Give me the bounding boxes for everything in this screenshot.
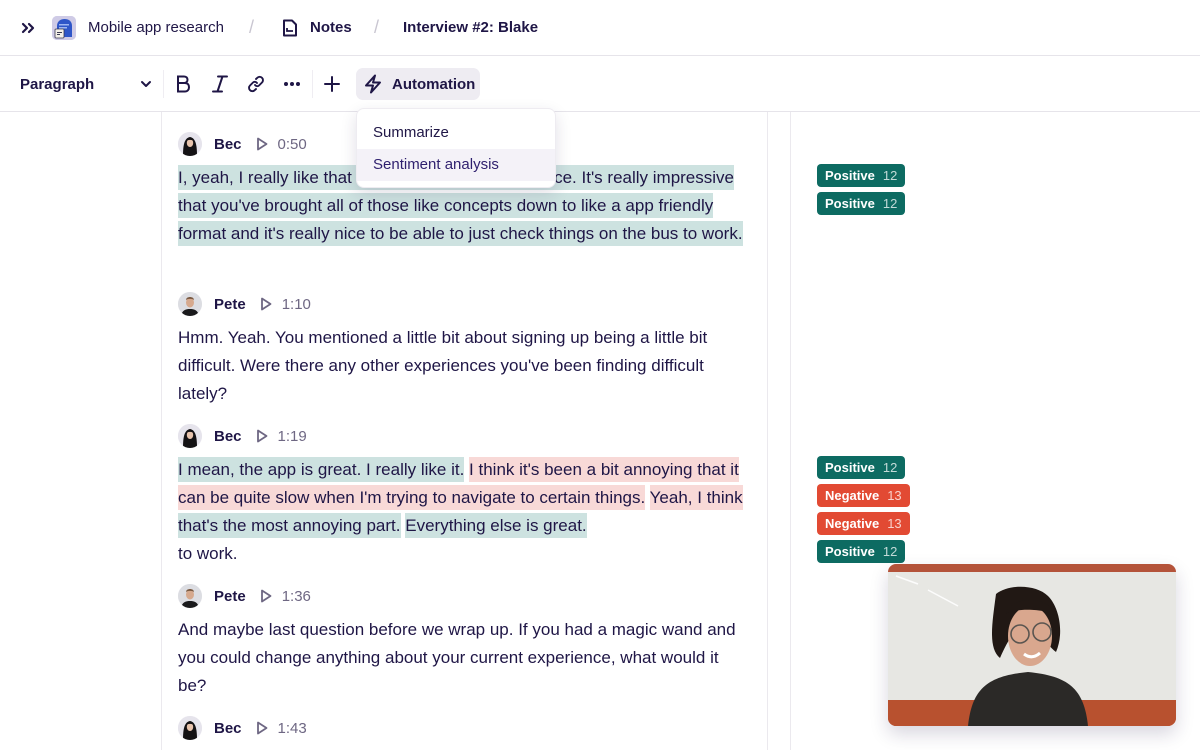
speaker-row: Pete 1:36 (178, 584, 311, 608)
tag-count: 12 (882, 544, 898, 559)
automation-button[interactable]: Automation (356, 68, 480, 100)
tag-count: 13 (887, 488, 902, 503)
positive-highlight[interactable]: that's the most annoying part. (178, 513, 401, 538)
video-frame (888, 564, 1176, 726)
italic-button[interactable] (206, 70, 234, 98)
tag-label: Positive (825, 168, 875, 183)
menu-item-summarize[interactable]: Summarize (357, 117, 555, 149)
automation-menu: Summarize Sentiment analysis (356, 108, 556, 188)
sentiment-tag[interactable]: Negative 13 (817, 512, 910, 535)
avatar-bec (178, 424, 202, 448)
tag-count: 12 (882, 196, 898, 211)
play-icon[interactable] (260, 297, 274, 311)
sentiment-tag[interactable]: Positive 12 (817, 540, 906, 563)
breadcrumb-separator: / (374, 17, 380, 37)
insert-button[interactable] (318, 70, 346, 98)
timestamp[interactable]: 1:10 (282, 296, 311, 313)
more-icon (284, 82, 300, 86)
positive-highlight[interactable]: Everything else is great. (405, 513, 587, 538)
play-icon[interactable] (256, 721, 270, 735)
sentiment-tag[interactable]: Positive 12 (817, 456, 906, 479)
breadcrumb-current-page: Interview #2: Blake (403, 19, 539, 36)
transcript-paragraph: And maybe last question before we wrap u… (178, 616, 748, 700)
sentiment-tag[interactable]: Positive 12 (817, 192, 906, 215)
link-button[interactable] (242, 70, 270, 98)
transcript-text: Hmm. Yeah. You mentioned a little bit ab… (178, 328, 708, 403)
positive-highlight[interactable]: I mean, the app is great. I really like … (178, 457, 465, 482)
avatar-pete (178, 584, 202, 608)
transcript-paragraph: Hmm. Yeah. You mentioned a little bit ab… (178, 324, 738, 408)
tag-label: Negative (825, 488, 880, 503)
timestamp[interactable]: 1:19 (278, 428, 307, 445)
breadcrumb-notes[interactable]: Notes (310, 19, 352, 37)
speaker-row: Bec 1:19 (178, 424, 307, 448)
tag-label: Negative (825, 516, 880, 531)
sentiment-tag[interactable]: Negative 13 (817, 484, 910, 507)
speaker-row: Pete 1:10 (178, 292, 311, 316)
speaker-row: Bec 1:43 (178, 716, 307, 740)
sentiment-tag[interactable]: Positive 12 (817, 164, 906, 187)
timestamp[interactable]: 1:36 (282, 588, 311, 605)
italic-icon (212, 75, 228, 93)
block-type-select[interactable]: Paragraph (20, 72, 152, 96)
transcript-text: to work. (178, 544, 238, 563)
breadcrumb-separator: / (249, 17, 255, 37)
double-chevron-right-icon (21, 22, 35, 34)
breadcrumb-bar: Mobile app research / Notes / Interview … (0, 0, 1200, 56)
content-left-border (161, 112, 162, 750)
plus-icon (324, 76, 340, 92)
tag-count: 13 (887, 516, 902, 531)
tag-label: Positive (825, 460, 875, 475)
speaker-name: Pete (214, 295, 246, 313)
avatar-bec (178, 132, 202, 156)
transcript-text: And maybe last question before we wrap u… (178, 620, 736, 695)
toolbar-divider (163, 70, 164, 98)
speaker-name: Pete (214, 587, 246, 605)
play-icon[interactable] (256, 137, 270, 151)
speaker-name: Bec (214, 719, 242, 737)
bold-icon (177, 75, 191, 93)
document-icon (283, 19, 297, 37)
timestamp[interactable]: 1:43 (278, 720, 307, 737)
lightning-icon (365, 74, 381, 94)
tags-column-border (790, 112, 791, 750)
tag-count: 12 (882, 168, 898, 183)
speaker-name: Bec (214, 135, 242, 153)
link-icon (248, 75, 264, 93)
transcript-paragraph: I mean, the app is great. I really like … (178, 456, 758, 568)
avatar-bec (178, 716, 202, 740)
play-icon[interactable] (256, 429, 270, 443)
more-options-button[interactable] (278, 70, 306, 98)
avatar-pete (178, 292, 202, 316)
editor-toolbar: Paragraph Automation (0, 56, 1200, 112)
play-icon[interactable] (260, 589, 274, 603)
expand-sidebar-button[interactable] (18, 18, 38, 38)
chevron-down-icon (141, 81, 151, 87)
speaker-row: Bec 0:50 (178, 132, 307, 156)
breadcrumb-project[interactable]: Mobile app research (88, 19, 224, 37)
toolbar-divider (312, 70, 313, 98)
bold-button[interactable] (169, 70, 197, 98)
project-icon[interactable] (52, 16, 76, 40)
block-type-label: Paragraph (20, 75, 95, 93)
tag-label: Positive (825, 196, 875, 211)
automation-label: Automation (392, 75, 476, 93)
tag-count: 12 (882, 460, 898, 475)
content-right-border (767, 112, 768, 750)
tag-label: Positive (825, 544, 875, 559)
speaker-name: Bec (214, 427, 242, 445)
interview-video-player[interactable] (888, 564, 1176, 726)
negative-highlight[interactable]: Yeah, I think (649, 485, 743, 510)
timestamp[interactable]: 0:50 (278, 136, 307, 153)
menu-item-sentiment-analysis[interactable]: Sentiment analysis (357, 149, 555, 181)
